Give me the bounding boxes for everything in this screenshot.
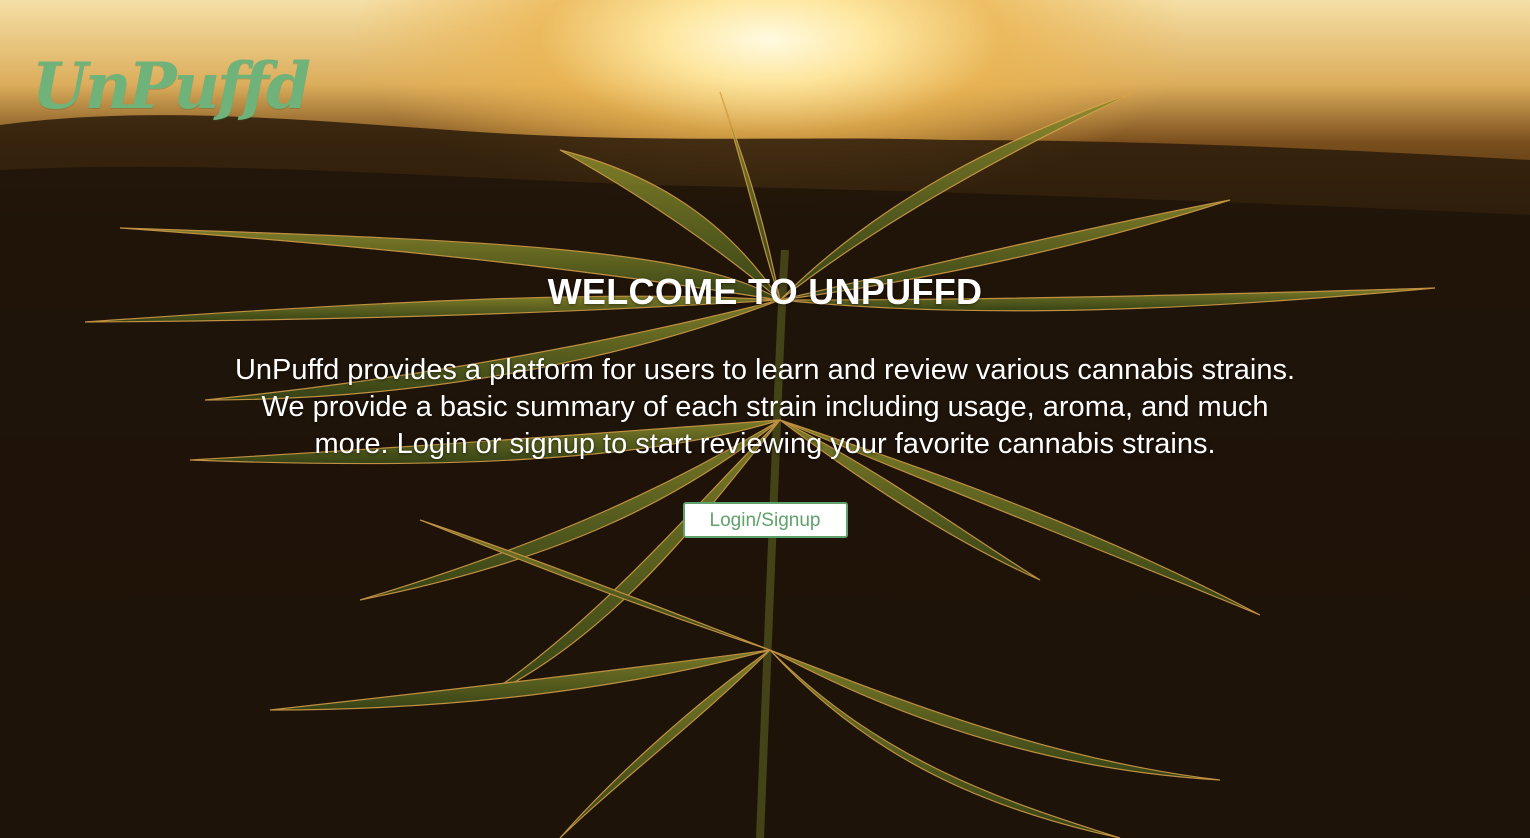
unpuffd-logo[interactable]: UnPuffd xyxy=(32,42,311,132)
login-signup-button[interactable]: Login/Signup xyxy=(682,502,848,538)
page-title: WELCOME TO UNPUFFD xyxy=(547,271,983,312)
hero-section: UnPuffd WELCOME TO UNPUFFD UnPuffd provi… xyxy=(0,0,1530,838)
hero-content: WELCOME TO UNPUFFD UnPuffd provides a pl… xyxy=(225,270,1305,538)
hero-description: UnPuffd provides a platform for users to… xyxy=(234,354,1296,460)
